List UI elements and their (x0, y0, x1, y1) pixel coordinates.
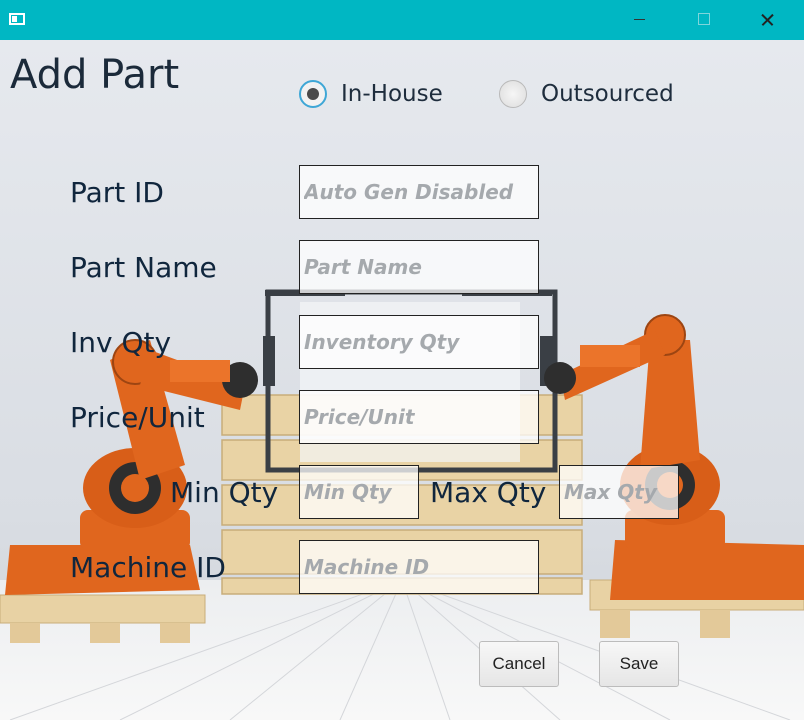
background-image (0, 40, 804, 720)
radio-outsourced-label: Outsourced (541, 81, 674, 107)
radio-outsourced[interactable]: Outsourced (499, 80, 674, 108)
close-button[interactable] (744, 0, 790, 40)
price-unit-label: Price/Unit (70, 401, 205, 434)
page-title: Add Part (10, 52, 180, 98)
radio-in-house[interactable]: In-House (299, 80, 443, 108)
machine-id-label: Machine ID (70, 551, 226, 584)
title-bar (0, 0, 804, 40)
window-icon (9, 13, 25, 25)
inv-qty-label: Inv Qty (70, 326, 172, 359)
min-qty-field[interactable] (299, 465, 419, 519)
radio-in-house-label: In-House (341, 81, 443, 107)
part-id-label: Part ID (70, 176, 164, 209)
inventory-qty-field[interactable] (299, 315, 539, 369)
min-qty-label: Min Qty (170, 476, 279, 509)
maximize-button[interactable] (680, 0, 726, 40)
max-qty-label: Max Qty (430, 476, 547, 509)
save-button[interactable]: Save (599, 641, 679, 687)
price-unit-field[interactable] (299, 390, 539, 444)
part-id-field (299, 165, 539, 219)
max-qty-field[interactable] (559, 465, 679, 519)
part-name-label: Part Name (70, 251, 217, 284)
cancel-button[interactable]: Cancel (479, 641, 559, 687)
part-name-field[interactable] (299, 240, 539, 294)
radio-unchecked-icon[interactable] (499, 80, 527, 108)
radio-checked-icon[interactable] (299, 80, 327, 108)
minimize-button[interactable] (616, 0, 662, 40)
machine-id-field[interactable] (299, 540, 539, 594)
